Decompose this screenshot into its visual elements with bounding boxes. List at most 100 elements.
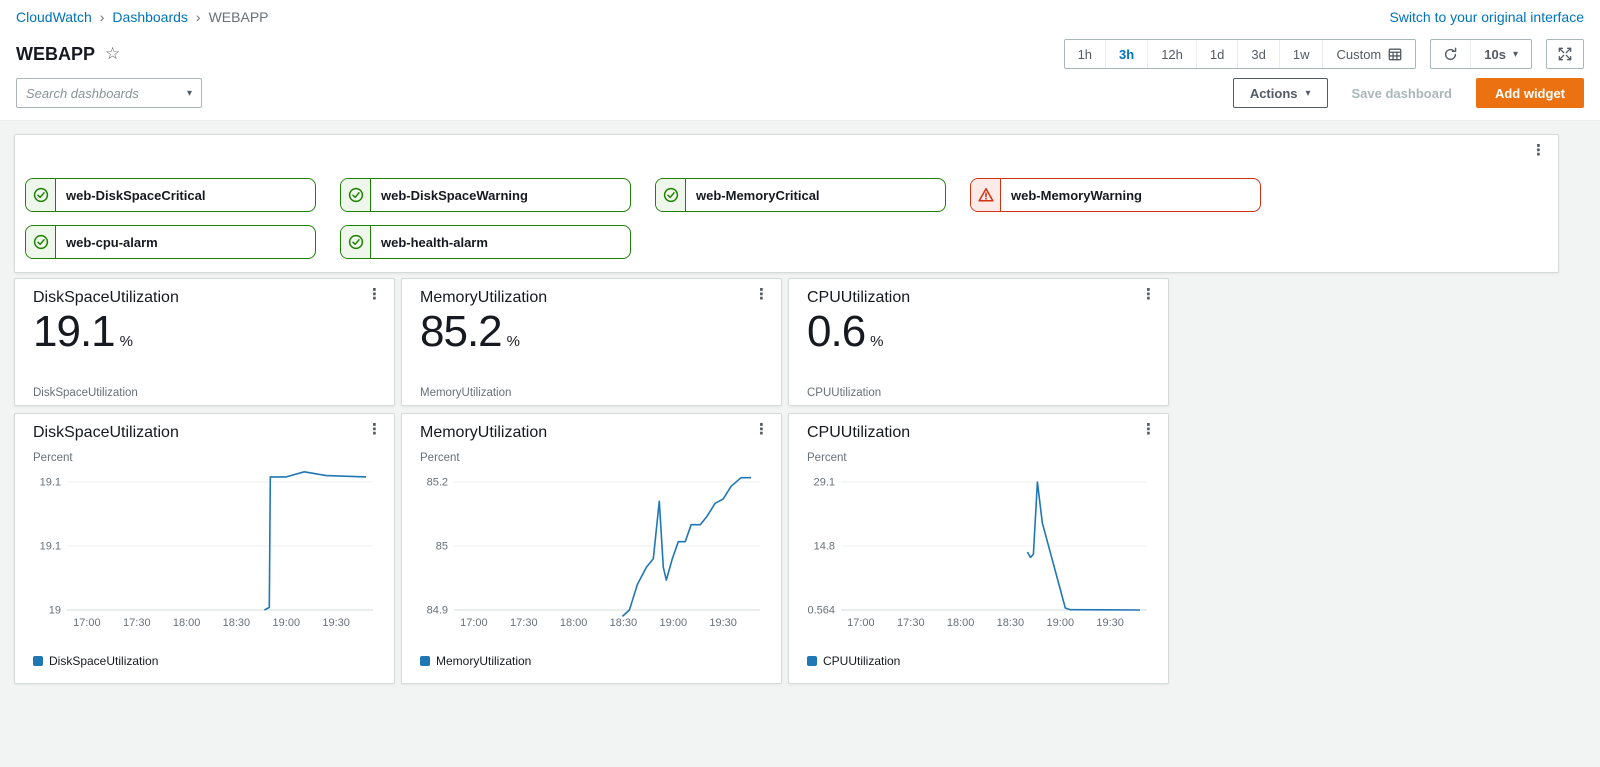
metric-value: 85.2 % xyxy=(420,307,520,358)
widget-menu-icon[interactable]: ⋮ xyxy=(754,422,769,437)
metric-unit: % xyxy=(506,333,520,350)
chart-legend[interactable]: CPUUtilization xyxy=(807,654,900,668)
switch-interface-link[interactable]: Switch to your original interface xyxy=(1389,9,1584,25)
legend-swatch xyxy=(33,656,43,666)
alarm-warning-triangle-icon xyxy=(971,179,1001,211)
widget-title: MemoryUtilization xyxy=(420,289,548,306)
chart-legend[interactable]: MemoryUtilization xyxy=(420,654,531,668)
fullscreen-button[interactable] xyxy=(1546,39,1584,69)
favorite-star-icon[interactable]: ☆ xyxy=(105,44,120,64)
chart-widget-diskspace: DiskSpaceUtilization ⋮ Percent 19.1 19.1 1… xyxy=(14,413,395,684)
time-range-group: 1h 3h 12h 1d 3d 1w Custom xyxy=(1063,39,1417,69)
time-range-3h[interactable]: 3h xyxy=(1105,40,1147,68)
legend-label: CPUUtilization xyxy=(823,654,901,668)
svg-text:19:30: 19:30 xyxy=(322,617,350,629)
svg-text:17:00: 17:00 xyxy=(460,617,488,629)
custom-range-label: Custom xyxy=(1336,46,1382,62)
widget-title: DiskSpaceUtilization xyxy=(33,289,179,306)
widget-title: CPUUtilization xyxy=(807,289,911,306)
alarm-pill-web-diskspacewarning[interactable]: web-DiskSpaceWarning xyxy=(340,178,631,212)
time-range-1d[interactable]: 1d xyxy=(1195,40,1237,68)
actions-button-label: Actions xyxy=(1249,85,1298,101)
refresh-button[interactable] xyxy=(1431,40,1472,68)
refresh-icon xyxy=(1445,47,1457,60)
widget-menu-icon[interactable]: ⋮ xyxy=(367,422,382,437)
calendar-icon xyxy=(1388,48,1402,61)
metric-label: MemoryUtilization xyxy=(420,387,512,399)
time-range-1w[interactable]: 1w xyxy=(1278,40,1323,68)
time-range-1h[interactable]: 1h xyxy=(1065,40,1105,68)
widget-menu-icon[interactable]: ⋮ xyxy=(1141,422,1156,437)
number-widget-diskspace: DiskSpaceUtilization ⋮ 19.1 % DiskSpaceU… xyxy=(14,278,395,406)
add-widget-button[interactable]: Add widget xyxy=(1475,78,1584,108)
svg-text:18:30: 18:30 xyxy=(997,617,1025,629)
alarm-pill-web-memorycritical[interactable]: web-MemoryCritical xyxy=(655,178,946,212)
line-chart: 85.2 85 84.9 17:00 17:30 18:00 18:30 19:00 19:30 xyxy=(427,477,760,629)
alarm-pill-web-diskspacecritical[interactable]: web-DiskSpaceCritical xyxy=(25,178,316,212)
svg-text:18:00: 18:00 xyxy=(947,617,975,629)
page-title: WEBAPP xyxy=(16,43,96,64)
breadcrumb-cloudwatch[interactable]: CloudWatch xyxy=(16,9,92,25)
legend-swatch xyxy=(420,656,430,666)
save-dashboard-button[interactable]: Save dashboard xyxy=(1338,78,1466,108)
actions-button[interactable]: Actions ▾ xyxy=(1232,78,1328,108)
legend-label: DiskSpaceUtilization xyxy=(49,654,159,668)
number-widget-cpu: CPUUtilization ⋮ 0.6 % CPUUtilization xyxy=(788,278,1169,406)
refresh-controls: 10s ▾ xyxy=(1430,39,1532,69)
metric-number: 85.2 xyxy=(420,307,503,356)
widget-menu-icon[interactable]: ⋮ xyxy=(1531,143,1546,158)
metric-number: 0.6 xyxy=(807,307,866,356)
svg-text:17:30: 17:30 xyxy=(897,617,925,629)
svg-text:19:30: 19:30 xyxy=(1096,617,1124,629)
widget-menu-icon[interactable]: ⋮ xyxy=(367,287,382,302)
breadcrumb: CloudWatch › Dashboards › WEBAPP xyxy=(16,9,269,25)
chart-legend[interactable]: DiskSpaceUtilization xyxy=(33,654,158,668)
time-range-12h[interactable]: 12h xyxy=(1147,40,1196,68)
line-chart: 29.1 14.8 0.564 17:00 17:30 18:00 18:30 19:00 19… xyxy=(807,477,1147,629)
chevron-down-icon: ▾ xyxy=(186,87,192,99)
search-dashboards-input[interactable] xyxy=(26,85,187,101)
svg-text:85.2: 85.2 xyxy=(427,477,448,489)
alarm-name: web-DiskSpaceCritical xyxy=(66,187,206,203)
metric-unit: % xyxy=(119,333,133,350)
svg-text:84.9: 84.9 xyxy=(427,605,448,617)
widget-menu-icon[interactable]: ⋮ xyxy=(754,287,769,302)
chart-widget-memory: MemoryUtilization ⋮ Percent 85.2 85 84.9 17… xyxy=(401,413,782,684)
search-dashboards-box[interactable]: ▾ xyxy=(16,78,202,108)
svg-text:17:30: 17:30 xyxy=(510,617,538,629)
breadcrumb-dashboards[interactable]: Dashboards xyxy=(112,9,188,25)
number-widget-memory: MemoryUtilization ⋮ 85.2 % MemoryUtiliza… xyxy=(401,278,782,406)
svg-text:19:00: 19:00 xyxy=(660,617,688,629)
alarm-pill-web-cpu-alarm[interactable]: web-cpu-alarm xyxy=(25,225,316,259)
breadcrumb-bar: CloudWatch › Dashboards › WEBAPP Switch … xyxy=(0,0,1600,34)
widget-menu-icon[interactable]: ⋮ xyxy=(1141,287,1156,302)
legend-label: MemoryUtilization xyxy=(436,654,532,668)
ok-check-circle-icon xyxy=(341,179,371,211)
breadcrumb-current: WEBAPP xyxy=(208,9,269,25)
metric-label: DiskSpaceUtilization xyxy=(33,387,138,399)
alarm-status-widget: ⋮ web-DiskSpaceCritical web-DiskSpaceWar… xyxy=(14,134,1559,273)
toolbar-actions: Actions ▾ Save dashboard Add widget xyxy=(1232,78,1584,108)
refresh-interval-dropdown[interactable]: 10s ▾ xyxy=(1471,40,1531,68)
time-range-custom[interactable]: Custom xyxy=(1322,40,1415,68)
svg-text:18:30: 18:30 xyxy=(223,617,251,629)
ok-check-circle-icon xyxy=(341,226,371,258)
alarm-pill-web-memorywarning[interactable]: web-MemoryWarning xyxy=(970,178,1261,212)
svg-text:19:30: 19:30 xyxy=(709,617,737,629)
breadcrumb-separator-icon: › xyxy=(99,9,105,25)
alarm-name: web-MemoryCritical xyxy=(696,187,820,203)
alarm-pill-web-health-alarm[interactable]: web-health-alarm xyxy=(340,225,631,259)
metric-label: CPUUtilization xyxy=(807,387,882,399)
svg-text:19:00: 19:00 xyxy=(273,617,301,629)
widget-title: DiskSpaceUtilization xyxy=(33,424,179,441)
metric-number: 19.1 xyxy=(33,307,116,356)
time-controls: 1h 3h 12h 1d 3d 1w Custom 10s ▾ xyxy=(1063,39,1584,69)
breadcrumb-separator-icon: › xyxy=(195,9,201,25)
time-range-3d[interactable]: 3d xyxy=(1237,40,1278,68)
svg-text:0.564: 0.564 xyxy=(807,605,835,617)
line-chart: 19.1 19.1 19 17:00 17:30 18:00 18:30 19:00 19:30 xyxy=(40,471,373,629)
svg-text:17:00: 17:00 xyxy=(73,617,101,629)
metric-unit: % xyxy=(870,333,884,350)
svg-text:18:00: 18:00 xyxy=(173,617,201,629)
svg-text:29.1: 29.1 xyxy=(814,477,835,489)
